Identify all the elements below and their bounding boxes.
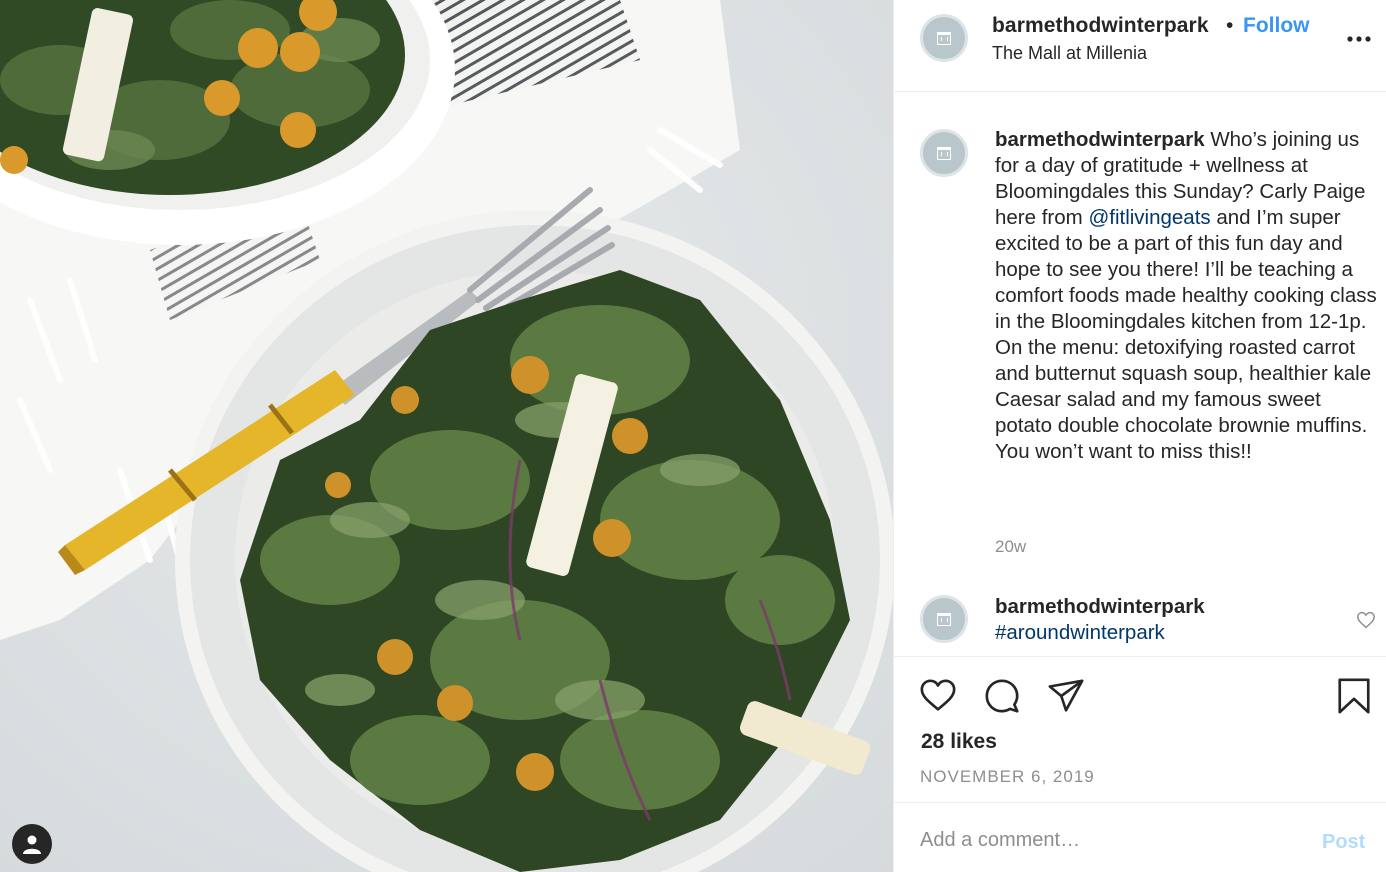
post-caption: barmethodwinterpark Who’s joining us for…: [995, 127, 1380, 465]
post-date[interactable]: NOVEMBER 6, 2019: [920, 767, 1095, 787]
building-logo-icon: [937, 146, 951, 160]
comments-section[interactable]: barmethodwinterpark Who’s joining us for…: [894, 93, 1386, 655]
likes-count[interactable]: 28 likes: [921, 730, 997, 754]
caption-username[interactable]: barmethodwinterpark: [995, 128, 1205, 151]
avatar[interactable]: [920, 595, 968, 643]
kale-salad-image: [0, 0, 893, 872]
comment-input[interactable]: [920, 825, 1300, 855]
heart-icon[interactable]: [919, 677, 957, 715]
post-actions: 28 likes NOVEMBER 6, 2019: [894, 656, 1386, 802]
caption-mention-link[interactable]: @fitlivingeats: [1088, 206, 1210, 229]
avatar[interactable]: [920, 129, 968, 177]
post-side-panel: barmethodwinterpark • Follow The Mall at…: [893, 0, 1386, 872]
header-username[interactable]: barmethodwinterpark: [992, 14, 1209, 38]
post-comment-button[interactable]: Post: [1322, 831, 1365, 854]
follow-button[interactable]: Follow: [1243, 14, 1310, 38]
post-header: barmethodwinterpark • Follow The Mall at…: [894, 0, 1386, 92]
building-logo-icon: [937, 612, 951, 626]
building-logo-icon: [937, 31, 951, 45]
paper-plane-icon[interactable]: [1047, 677, 1085, 715]
bookmark-icon[interactable]: [1335, 677, 1373, 715]
avatar[interactable]: [920, 14, 968, 62]
person-icon: [23, 835, 41, 854]
separator-dot: •: [1226, 14, 1234, 37]
tagged-users-button[interactable]: [12, 824, 52, 864]
comment-like-heart-icon[interactable]: [1356, 611, 1376, 629]
comment-username[interactable]: barmethodwinterpark: [995, 595, 1205, 619]
comment-hashtag-link[interactable]: #aroundwinterpark: [995, 621, 1165, 645]
post-photo[interactable]: [0, 0, 893, 872]
more-horizontal-icon[interactable]: [1346, 30, 1372, 48]
add-comment-bar: Post: [894, 802, 1386, 872]
location-link[interactable]: The Mall at Millenia: [992, 43, 1147, 64]
comment-bubble-icon[interactable]: [983, 677, 1021, 715]
caption-text-after: and I’m super excited to be a part of th…: [995, 206, 1377, 463]
caption-timestamp[interactable]: 20w: [995, 537, 1026, 557]
